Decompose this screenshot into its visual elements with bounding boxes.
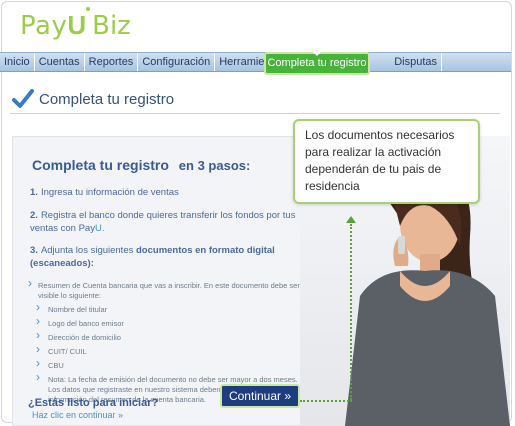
step-2-text: Registra el banco donde quieres transfer…	[30, 210, 296, 234]
page-title: Completa tu registro	[39, 90, 175, 108]
payu-biz-logo[interactable]: Pay U Biz	[20, 7, 131, 44]
callout-connector-horizontal	[300, 400, 352, 402]
nav-completa-registro[interactable]: Completa tu registro	[264, 52, 370, 75]
residence-callout: Los documentos necesarios para realizar …	[293, 119, 480, 204]
panel-heading-sub: en 3 pasos:	[178, 158, 251, 173]
main-nav: Inicio Cuentas Reportes Configuración He…	[0, 52, 511, 72]
nav-disputas[interactable]: Disputas	[390, 53, 443, 71]
nav-completa-registro-label: Completa tu registro	[267, 57, 367, 69]
step-2-number: 2.	[30, 210, 38, 221]
step-3-number: 3.	[30, 245, 38, 256]
step-3-text: Adjunta los siguientes	[40, 245, 134, 256]
step-2: 2. Registra el banco donde quieres transf…	[30, 209, 306, 235]
list-item: CUIT/ CUIL	[36, 344, 308, 357]
checkmark-icon	[12, 89, 34, 108]
continue-link[interactable]: Haz clic en continuar »	[32, 410, 123, 420]
continue-button[interactable]: Continuar »	[220, 384, 300, 408]
step-1: 1. Ingresa tu información de ventas	[30, 186, 300, 199]
logo-biz: Biz	[92, 11, 131, 41]
callout-arrow-icon	[346, 216, 356, 223]
step-1-text: Ingresa tu información de ventas	[40, 187, 179, 198]
page-title-row: Completa tu registro	[12, 88, 174, 110]
nav-reportes[interactable]: Reportes	[85, 53, 139, 71]
step-2-payu-link[interactable]: U.	[95, 223, 105, 234]
step-1-number: 1.	[30, 187, 38, 198]
list-item: Logo del banco emisor	[36, 316, 308, 329]
callout-connector-vertical	[350, 224, 352, 400]
ready-question: ¿Estás listo para iniciar?	[28, 397, 159, 409]
active-tab-notch	[313, 52, 321, 56]
panel-heading: Completa tu registro en 3 pasos:	[32, 157, 250, 173]
nav-inicio[interactable]: Inicio	[0, 53, 35, 71]
list-item: CBU	[36, 358, 308, 371]
list-item: Nombre del titular	[36, 302, 308, 315]
logo-u: U	[67, 7, 90, 40]
nav-cuentas[interactable]: Cuentas	[35, 53, 85, 71]
nav-configuracion[interactable]: Configuración	[138, 53, 216, 71]
panel-heading-main: Completa tu registro	[32, 157, 169, 173]
list-item: Dirección de domicilio	[36, 330, 308, 343]
step-3: 3. Adjunta los siguientes documentos en f…	[30, 244, 300, 270]
list-item: Resumen de Cuenta bancaria que vas a ins…	[28, 278, 308, 301]
title-divider	[10, 113, 500, 114]
logo-pay: Pay	[20, 11, 68, 41]
